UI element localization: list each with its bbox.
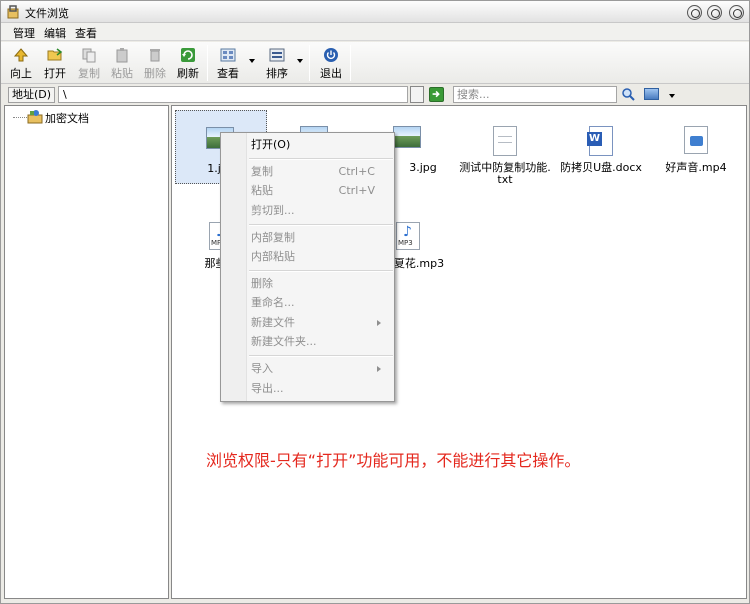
view-dropdown-icon[interactable] — [249, 59, 255, 63]
ctx-internal-copy[interactable]: 内部复制 — [251, 229, 391, 247]
file-item[interactable]: 测试中防复制功能. txt — [459, 126, 551, 200]
open-button-label: 打开 — [44, 67, 66, 80]
tree-connector — [13, 117, 27, 118]
toolbar-separator — [207, 45, 208, 81]
app-icon — [7, 5, 19, 19]
refresh-button[interactable]: 刷新 — [174, 45, 202, 81]
context-menu-separator — [249, 158, 393, 160]
open-folder-icon — [47, 48, 63, 61]
exit-button[interactable]: 退出 — [317, 45, 345, 81]
address-label: 地址(D) — [8, 87, 56, 103]
address-bar: 地址(D) \ 搜索... — [1, 84, 749, 105]
paste-button-label: 粘贴 — [111, 67, 133, 80]
delete-icon — [150, 49, 160, 62]
title-bar: 文件浏览 — [1, 1, 749, 23]
view-button-label: 查看 — [217, 67, 239, 80]
context-menu-gutter — [221, 133, 247, 401]
word-file-icon: W — [586, 126, 616, 156]
ctx-import[interactable]: 导入 — [251, 360, 391, 378]
exit-button-label: 退出 — [320, 67, 342, 80]
sort-button-label: 排序 — [266, 67, 288, 80]
menu-manage[interactable]: 管理 — [13, 25, 35, 41]
file-item[interactable]: W 防拷贝U盘.docx — [555, 126, 647, 200]
video-file-icon — [681, 126, 711, 156]
sort-dropdown-icon[interactable] — [297, 59, 303, 63]
ctx-delete[interactable]: 删除 — [251, 275, 391, 293]
encrypted-folder-icon — [27, 110, 43, 124]
file-name: 好声音.mp4 — [665, 161, 727, 174]
paste-icon — [116, 48, 128, 63]
up-button[interactable]: 向上 — [7, 45, 35, 81]
ctx-new-file[interactable]: 新建文件 — [251, 314, 391, 332]
up-arrow-icon — [13, 48, 29, 62]
audio-file-icon: ♪MP3 — [393, 222, 423, 252]
ctx-paste[interactable]: 粘贴 Ctrl+V — [251, 182, 391, 200]
file-name: 防拷贝U盘.docx — [560, 161, 642, 174]
view-mode-dropdown-icon[interactable] — [669, 94, 675, 98]
submenu-arrow-icon — [377, 366, 381, 372]
file-item[interactable]: 好声音.mp4 — [650, 126, 742, 200]
ctx-paste-shortcut: Ctrl+V — [338, 184, 375, 197]
ctx-new-folder[interactable]: 新建文件夹... — [251, 333, 391, 351]
copy-button[interactable]: 复制 — [75, 45, 103, 81]
context-menu-separator — [249, 224, 393, 226]
image-file-icon — [393, 126, 423, 156]
tree-item-label: 加密文档 — [45, 112, 89, 125]
view-mode-icon[interactable] — [644, 88, 659, 100]
ctx-copy-label: 复制 — [251, 165, 273, 178]
context-menu-separator — [249, 270, 393, 272]
sort-icon — [269, 48, 285, 62]
view-button[interactable]: 查看 — [214, 45, 242, 81]
context-menu: 打开(O) 复制 Ctrl+C 粘贴 Ctrl+V 剪切到... 内部复制 内部… — [220, 132, 395, 402]
toolbar-separator — [350, 45, 351, 81]
ctx-internal-paste[interactable]: 内部粘贴 — [251, 248, 391, 266]
ctx-import-label: 导入 — [251, 362, 273, 375]
search-input[interactable]: 搜索... — [453, 86, 617, 103]
menu-edit[interactable]: 编辑 — [44, 25, 66, 41]
open-button[interactable]: 打开 — [41, 45, 69, 81]
go-arrow-icon[interactable] — [429, 87, 444, 102]
up-button-label: 向上 — [10, 67, 32, 80]
view-icon — [220, 48, 236, 62]
delete-button[interactable]: 删除 — [141, 45, 169, 81]
delete-button-label: 删除 — [144, 67, 166, 80]
menu-view[interactable]: 查看 — [75, 25, 97, 41]
folder-tree: 加密文档 — [4, 105, 169, 599]
file-name: 测试中防复制功能. txt — [459, 161, 551, 186]
toolbar-separator — [309, 45, 310, 81]
context-menu-separator — [249, 355, 393, 357]
copy-icon — [82, 48, 96, 63]
file-browser-window: 文件浏览 管理 编辑 查看 向上 打开 复制 粘贴 删除 刷新 查看 排序 退出… — [0, 0, 750, 604]
text-file-icon — [490, 126, 520, 156]
refresh-icon — [181, 48, 195, 62]
ctx-cut-to[interactable]: 剪切到... — [251, 202, 391, 220]
address-spinner[interactable] — [410, 86, 424, 103]
close-button[interactable] — [729, 5, 744, 20]
refresh-button-label: 刷新 — [177, 67, 199, 80]
ctx-copy-shortcut: Ctrl+C — [338, 165, 375, 178]
ctx-new-file-label: 新建文件 — [251, 316, 295, 329]
permission-notice: 浏览权限-只有“打开”功能可用，不能进行其它操作。 — [206, 451, 581, 470]
search-icon[interactable] — [621, 87, 636, 102]
minimize-button[interactable] — [687, 5, 702, 20]
address-input[interactable]: \ — [58, 86, 408, 103]
toolbar: 向上 打开 复制 粘贴 删除 刷新 查看 排序 退出 — [1, 42, 749, 84]
menu-bar: 管理 编辑 查看 — [1, 23, 749, 41]
ctx-copy[interactable]: 复制 Ctrl+C — [251, 163, 391, 181]
ctx-rename[interactable]: 重命名... — [251, 294, 391, 312]
paste-button[interactable]: 粘贴 — [108, 45, 136, 81]
window-title: 文件浏览 — [25, 7, 69, 20]
maximize-button[interactable] — [707, 5, 722, 20]
ctx-open[interactable]: 打开(O) — [251, 136, 391, 154]
power-icon — [324, 48, 338, 62]
ctx-paste-label: 粘贴 — [251, 184, 273, 197]
sort-button[interactable]: 排序 — [263, 45, 291, 81]
submenu-arrow-icon — [377, 320, 381, 326]
ctx-export[interactable]: 导出... — [251, 380, 391, 398]
copy-button-label: 复制 — [78, 67, 100, 80]
